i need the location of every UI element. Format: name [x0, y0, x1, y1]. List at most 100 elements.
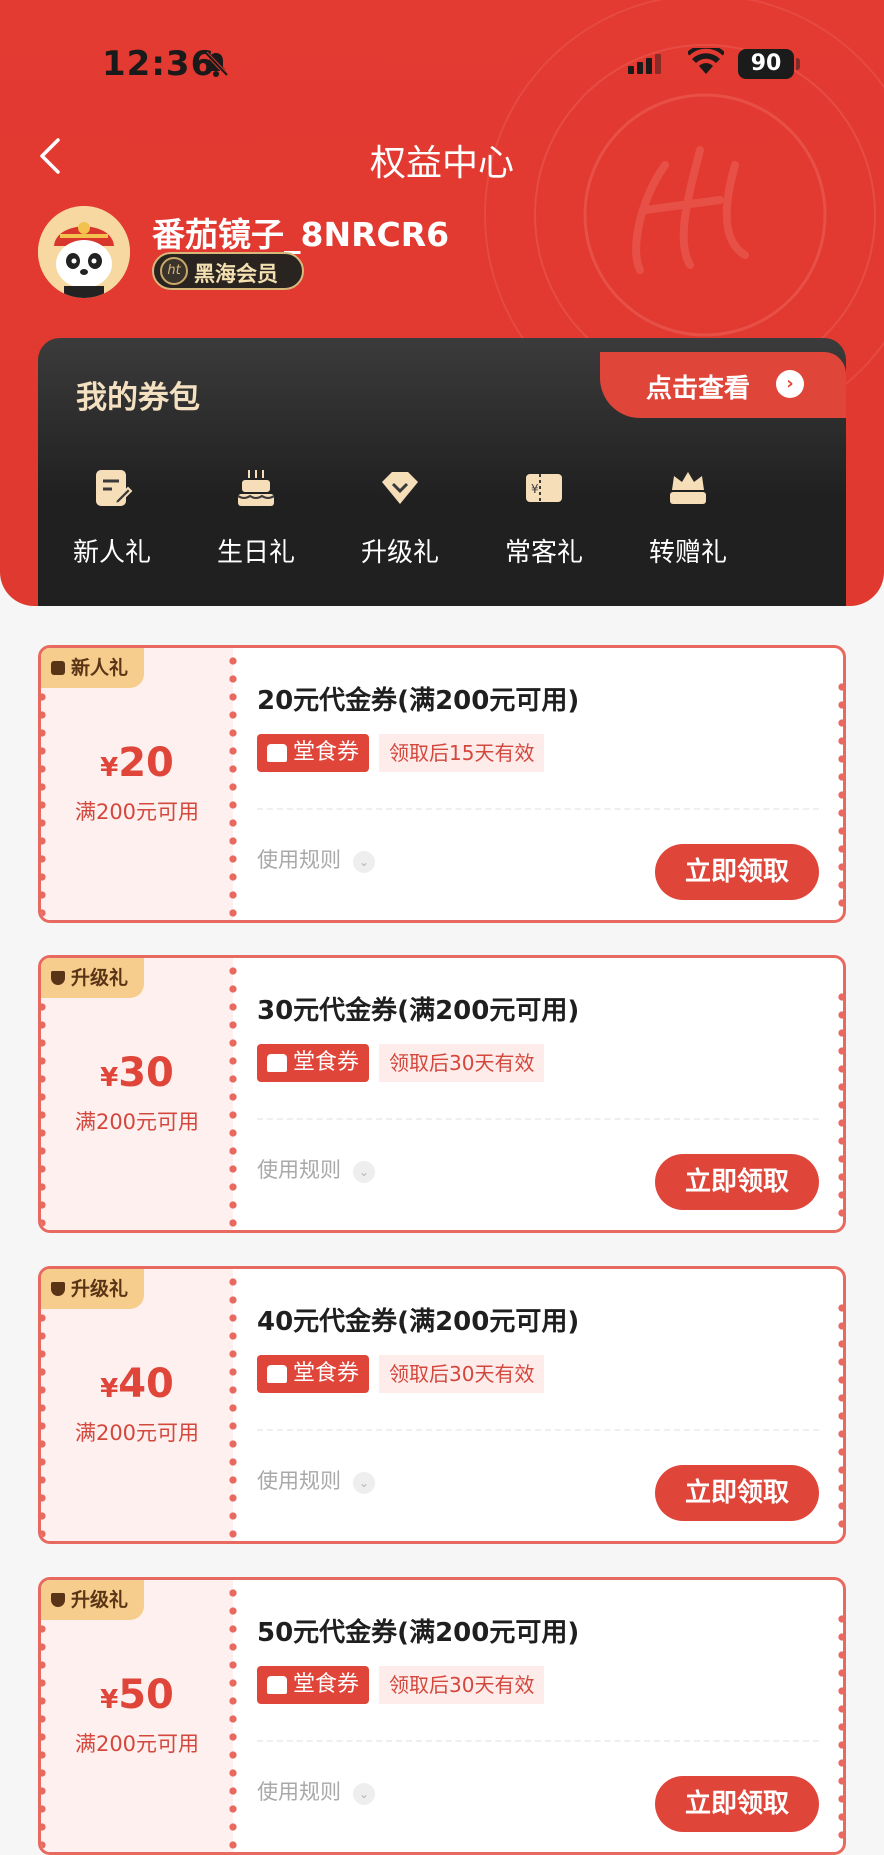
store-icon: [267, 1676, 287, 1694]
bell-muted-icon: [204, 51, 229, 77]
coupon-card: 升级礼 ¥50 满200元可用 50元代金券(满200元可用) 堂食券 领取后3…: [38, 1577, 846, 1855]
usage-rules-toggle[interactable]: 使用规则 ⌄: [257, 1776, 375, 1806]
brand-logo-icon: ht: [160, 257, 188, 285]
coupon-card: 升级礼 ¥30 满200元可用 30元代金券(满200元可用) 堂食券 领取后3…: [38, 955, 846, 1233]
perforation-divider: [227, 1580, 239, 1852]
avatar[interactable]: [38, 206, 130, 298]
coupon-card: 新人礼 ¥20 满200元可用 20元代金券(满200元可用) 堂食券 领取后1…: [38, 645, 846, 923]
usage-rules-toggle[interactable]: 使用规则 ⌄: [257, 844, 375, 874]
battery-indicator: 90: [738, 49, 794, 79]
cake-icon: [237, 470, 275, 506]
gift-transfer[interactable]: 转赠礼: [618, 466, 758, 586]
amount-value: 20: [118, 740, 174, 786]
coupon-type-badge: 堂食券: [257, 1355, 369, 1393]
dashed-divider: [257, 1740, 819, 1742]
currency-symbol: ¥: [100, 1374, 119, 1404]
coupon-amount: ¥50: [41, 1672, 233, 1718]
status-time: 12:36: [102, 44, 216, 84]
coupon-type-badge: 堂食券: [257, 734, 369, 772]
amount-value: 30: [118, 1050, 174, 1096]
perforation-right: [837, 1299, 843, 1531]
coupon-tag: 升级礼: [41, 1580, 145, 1620]
coupon-value-panel: 升级礼 ¥50 满200元可用: [41, 1580, 233, 1852]
amount-value: 40: [118, 1361, 174, 1407]
username: 番茄镜子_8NRCR6: [152, 215, 450, 254]
coupon-validity: 领取后30天有效: [379, 1044, 545, 1082]
coupon-type-label: 堂食券: [293, 1050, 360, 1075]
wifi-icon: [688, 48, 724, 74]
gift-label: 升级礼: [360, 538, 439, 568]
dashed-divider: [257, 808, 819, 810]
coupon-condition: 满200元可用: [74, 1110, 200, 1134]
claim-button[interactable]: 立即领取: [655, 1154, 819, 1210]
ticket-icon: ¥: [526, 474, 562, 502]
coupon-title: 30元代金券(满200元可用): [257, 996, 580, 1026]
usage-rules-toggle[interactable]: 使用规则 ⌄: [257, 1465, 375, 1495]
currency-symbol: ¥: [100, 1685, 119, 1715]
dashed-divider: [257, 1429, 819, 1431]
coupon-validity: 领取后15天有效: [379, 734, 545, 772]
page-title: 权益中心: [369, 143, 514, 184]
perforation-right: [837, 1610, 843, 1842]
coupon-condition: 满200元可用: [74, 800, 200, 824]
dashed-divider: [257, 1118, 819, 1120]
coupon-tag: 升级礼: [41, 958, 145, 998]
coupon-wallet-panel: 我的券包 点击查看 › 新人礼 生日礼 升级礼 ¥ 常客礼 转赠礼: [38, 338, 846, 606]
perforation-divider: [227, 1269, 239, 1541]
coupon-amount: ¥20: [41, 740, 233, 786]
status-bar: 12:36 90: [0, 0, 884, 120]
store-icon: [267, 1365, 287, 1383]
note-icon: [96, 470, 133, 506]
diamond-icon: [51, 1593, 65, 1607]
battery-cap: [796, 58, 800, 70]
perforation-left: [41, 998, 47, 1230]
currency-symbol: ¥: [100, 753, 119, 783]
svg-text:¥: ¥: [531, 482, 539, 496]
perforation-divider: [227, 648, 239, 920]
coupon-validity: 领取后30天有效: [379, 1666, 545, 1704]
coupon-title: 20元代金券(满200元可用): [257, 686, 580, 716]
coupon-title: 40元代金券(满200元可用): [257, 1307, 580, 1337]
member-level-badge[interactable]: ht 黑海会员: [152, 252, 304, 290]
crown-icon: [670, 472, 706, 504]
view-wallet-button[interactable]: 点击查看 ›: [600, 352, 846, 418]
usage-rules-label: 使用规则: [257, 848, 341, 872]
chevron-down-icon: ⌄: [353, 1472, 375, 1494]
gift-upgrade[interactable]: 升级礼: [330, 466, 470, 586]
coupon-condition: 满200元可用: [74, 1732, 200, 1756]
coupon-tag-label: 升级礼: [71, 967, 129, 989]
usage-rules-label: 使用规则: [257, 1469, 341, 1493]
chevron-right-icon: ›: [776, 370, 804, 398]
claim-button[interactable]: 立即领取: [655, 1776, 819, 1832]
coupon-amount: ¥30: [41, 1050, 233, 1096]
claim-button[interactable]: 立即领取: [655, 844, 819, 900]
claim-button[interactable]: 立即领取: [655, 1465, 819, 1521]
note-icon: [51, 661, 65, 675]
store-icon: [267, 744, 287, 762]
perforation-right: [837, 988, 843, 1220]
perforation-right: [837, 678, 843, 910]
coupon-tag-label: 升级礼: [71, 1589, 129, 1611]
chevron-down-icon: ⌄: [353, 1783, 375, 1805]
perforation-left: [41, 1620, 47, 1852]
coupon-tag-label: 新人礼: [71, 657, 129, 679]
gift-new-member[interactable]: 新人礼: [42, 466, 182, 586]
diamond-icon: [51, 1282, 65, 1296]
gift-label: 生日礼: [216, 538, 295, 568]
coupon-type-label: 堂食券: [293, 1672, 360, 1697]
coupon-tag-label: 升级礼: [71, 1278, 129, 1300]
store-icon: [267, 1054, 287, 1072]
coupon-condition: 满200元可用: [74, 1421, 200, 1445]
gift-frequent[interactable]: ¥ 常客礼: [474, 466, 614, 586]
usage-rules-label: 使用规则: [257, 1780, 341, 1804]
gift-birthday[interactable]: 生日礼: [186, 466, 326, 586]
coupon-amount: ¥40: [41, 1361, 233, 1407]
coupon-type-badge: 堂食券: [257, 1044, 369, 1082]
coupon-tag: 新人礼: [41, 648, 145, 688]
gift-label: 常客礼: [504, 538, 583, 568]
usage-rules-toggle[interactable]: 使用规则 ⌄: [257, 1154, 375, 1184]
currency-symbol: ¥: [100, 1063, 119, 1093]
coupon-title: 50元代金券(满200元可用): [257, 1618, 580, 1648]
coupon-validity: 领取后30天有效: [379, 1355, 545, 1393]
panda-avatar-icon: [38, 206, 130, 298]
